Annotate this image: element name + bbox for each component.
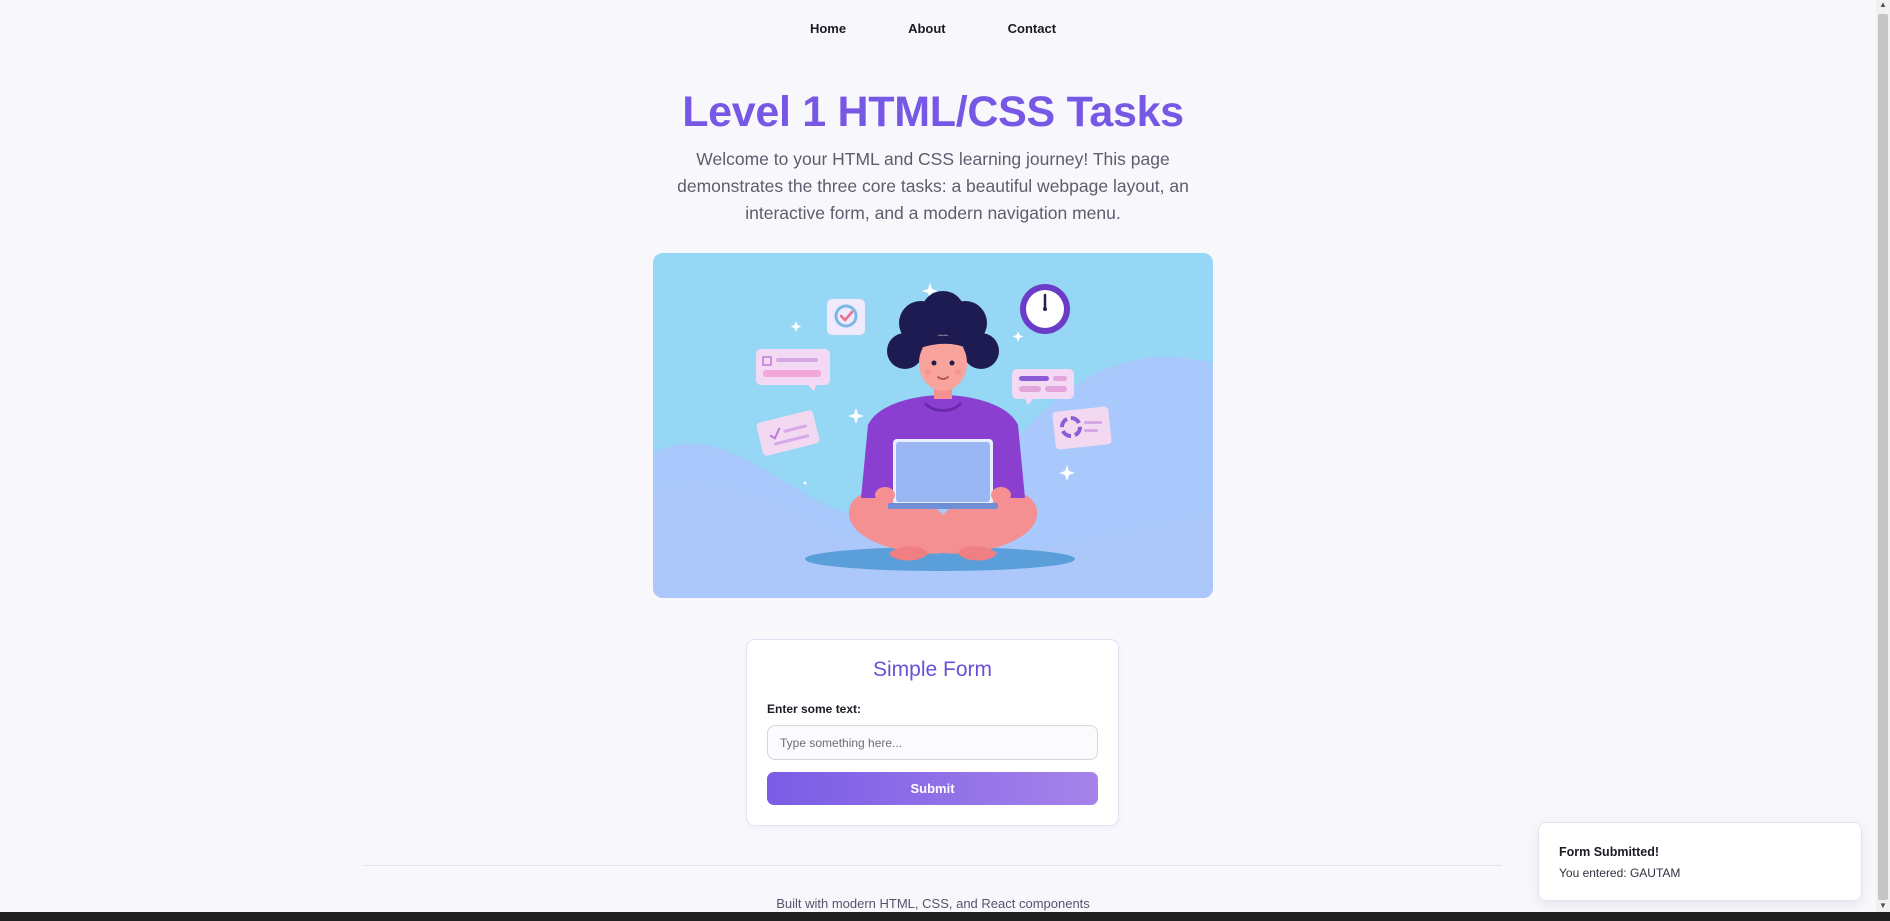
scroll-down-arrow-icon[interactable]: ▼: [1878, 901, 1888, 911]
person-with-laptop-illustration: [653, 253, 1213, 598]
hero-description: Welcome to your HTML and CSS learning jo…: [677, 149, 1189, 223]
scroll-up-arrow-icon[interactable]: ▲: [1878, 0, 1888, 10]
toast-message: You entered: GAUTAM: [1559, 866, 1681, 880]
nav-contact-link[interactable]: Contact: [1004, 19, 1060, 38]
text-field-label: Enter some text:: [767, 702, 862, 716]
nav-home-link[interactable]: Home: [806, 19, 850, 38]
submission-toast: Form Submitted! You entered: GAUTAM: [1538, 822, 1862, 901]
main-nav: Home About Contact: [0, 19, 1866, 38]
page: Home About Contact Level 1 HTML/CSS Task…: [0, 0, 1890, 921]
text-input[interactable]: [767, 725, 1098, 760]
form-title: Simple Form: [872, 658, 993, 681]
submit-button[interactable]: Submit: [767, 772, 1098, 805]
hero-illustration: [653, 253, 1213, 598]
toast-title: Form Submitted!: [1559, 845, 1659, 859]
vertical-scrollbar[interactable]: ▲ ▼: [1876, 0, 1890, 912]
page-title: Level 1 HTML/CSS Tasks: [682, 88, 1184, 136]
window-bottom-edge: [0, 912, 1890, 921]
scrollbar-thumb[interactable]: [1878, 14, 1888, 900]
simple-form-card: Simple Form Enter some text: Submit: [746, 639, 1119, 826]
nav-about-link[interactable]: About: [904, 19, 950, 38]
footer-divider: [363, 865, 1502, 866]
